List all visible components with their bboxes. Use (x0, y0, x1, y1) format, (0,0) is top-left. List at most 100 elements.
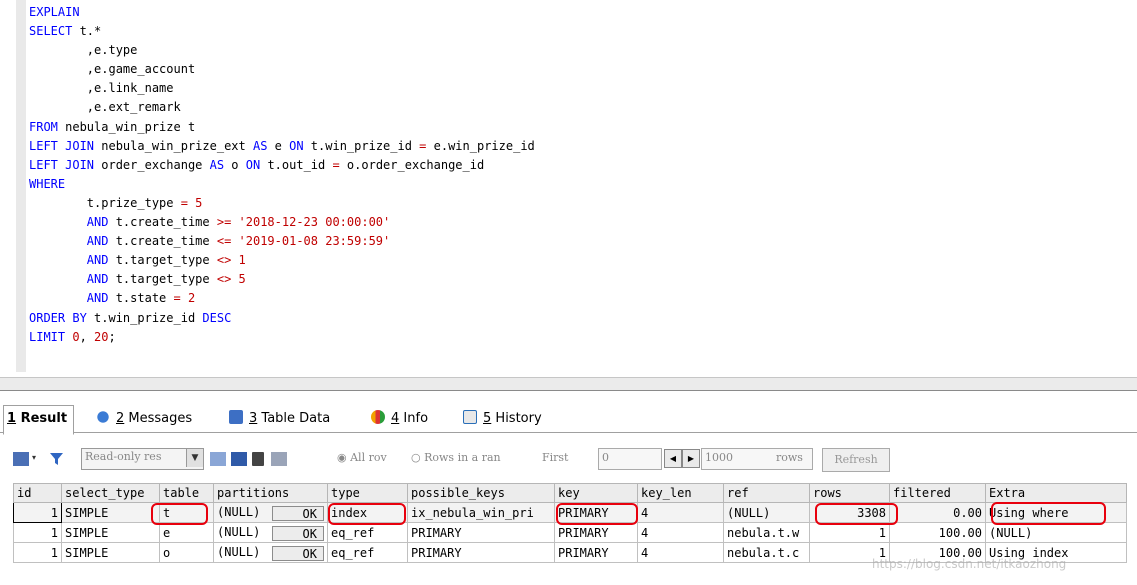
pane-splitter[interactable] (0, 377, 1137, 391)
cell-possible-keys[interactable]: ix_nebula_win_pri (407, 502, 555, 523)
first-label: First (542, 451, 569, 464)
watermark-text: https://blog.csdn.net/itkaozhong (872, 557, 1067, 571)
table-row[interactable]: 1 SIMPLE e OK (NULL) eq_ref PRIMARY PRIMARY 4 neb… (13, 522, 1127, 543)
sql-line: AND t.state = 2 (86, 291, 196, 306)
cell-type[interactable]: eq_ref (327, 542, 408, 563)
refresh-button[interactable]: Refresh (822, 448, 890, 472)
tab-result[interactable]: 1 Result (3, 405, 75, 435)
filter-icon[interactable] (50, 452, 64, 466)
tab-table-data[interactable]: 3 Table Data (229, 408, 330, 432)
cell-rows[interactable]: 1 (809, 522, 890, 543)
first-row-input[interactable]: 0 (598, 448, 662, 470)
cell-key-len[interactable]: 4 (637, 522, 724, 543)
column-header-filtered[interactable]: filtered (889, 483, 986, 503)
result-tabs: 1 Result 2 Messages 3 Table Data 4 Info … (0, 402, 1137, 435)
sql-line: FROM nebula_win_prize t (29, 119, 196, 134)
cell-partitions[interactable]: OK (NULL) (213, 522, 328, 543)
result-mode-select[interactable]: Read-only res ▼ (81, 448, 204, 470)
column-header-partitions[interactable]: partitions (213, 483, 328, 503)
cell-extra[interactable]: (NULL) (985, 522, 1127, 543)
tab-messages[interactable]: 2 Messages (96, 408, 192, 432)
cell-possible-keys[interactable]: PRIMARY (407, 542, 555, 563)
sql-line: ,e.link_name (29, 81, 174, 96)
column-header-rows[interactable]: rows (809, 483, 890, 503)
column-header-ref[interactable]: ref (723, 483, 810, 503)
delete-icon[interactable] (252, 452, 264, 466)
sql-line: ,e.ext_remark (29, 100, 181, 115)
cell-id[interactable]: 1 (13, 542, 62, 563)
cell-id[interactable]: 1 (13, 522, 62, 543)
column-header-table[interactable]: table (159, 483, 214, 503)
highlight-type-index (328, 503, 406, 525)
cell-select-type[interactable]: SIMPLE (61, 502, 160, 523)
history-icon (463, 410, 477, 424)
cell-key[interactable]: PRIMARY (554, 542, 638, 563)
messages-info-icon (96, 410, 110, 424)
partitions-ok-button[interactable]: OK (272, 525, 324, 541)
grid-header-row: id select_type table partitions type possible… (13, 483, 1127, 503)
sql-line: AND t.target_type <> 5 (86, 272, 246, 287)
column-header-type[interactable]: type (327, 483, 408, 503)
cell-possible-keys[interactable]: PRIMARY (407, 522, 555, 543)
tab-history[interactable]: 5 History (463, 408, 542, 432)
cell-filtered[interactable]: 0.00 (889, 502, 986, 523)
sql-line: LEFT JOIN nebula_win_prize_ext AS e ON t… (29, 138, 535, 153)
sql-line: ORDER BY t.win_prize_id DESC (29, 310, 232, 325)
editor-gutter (16, 0, 26, 372)
cell-select-type[interactable]: SIMPLE (61, 522, 160, 543)
tab-info[interactable]: 4 Info (371, 408, 428, 432)
cell-key-len[interactable]: 4 (637, 542, 724, 563)
next-icon[interactable]: ▶ (682, 449, 700, 468)
sql-line: LEFT JOIN order_exchange AS o ON t.out_i… (29, 157, 485, 172)
sql-line: EXPLAIN (29, 5, 80, 19)
sql-line: ,e.type (29, 43, 138, 58)
cell-ref[interactable]: nebula.t.w (723, 522, 810, 543)
cell-id[interactable]: 1 (13, 502, 62, 523)
column-header-key[interactable]: key (554, 483, 638, 503)
sql-line: AND t.create_time >= '2018-12-23 00:00:0… (86, 215, 391, 230)
sql-line: AND t.target_type <> 1 (86, 253, 246, 268)
column-header-extra[interactable]: Extra (985, 483, 1127, 503)
previous-icon[interactable]: ◀ (664, 449, 682, 468)
sql-query-text[interactable]: EXPLAIN SELECT t.* ,e.type ,e.game_accoun… (29, 3, 535, 347)
table-data-icon (229, 410, 243, 424)
cell-partitions[interactable]: OK (NULL) (213, 542, 328, 563)
sql-line: t.prize_type = 5 (29, 195, 203, 210)
column-header-select-type[interactable]: select_type (61, 483, 160, 503)
sql-line: ,e.game_account (29, 62, 196, 77)
row-count-input[interactable]: 1000 rows (701, 448, 813, 470)
column-header-possible-keys[interactable]: possible_keys (407, 483, 555, 503)
sql-line: LIMIT 0, 20; (29, 329, 116, 344)
cell-key-len[interactable]: 4 (637, 502, 724, 523)
save-icon[interactable] (231, 452, 247, 466)
cell-select-type[interactable]: SIMPLE (61, 542, 160, 563)
cell-partitions[interactable]: OK (NULL) (213, 502, 328, 523)
chevron-down-icon[interactable]: ▼ (186, 449, 203, 467)
cell-table[interactable]: e (159, 522, 214, 543)
refresh-grid-icon[interactable] (271, 452, 287, 466)
partitions-ok-button[interactable]: OK (272, 505, 324, 521)
cell-type[interactable]: eq_ref (327, 522, 408, 543)
cell-table[interactable]: o (159, 542, 214, 563)
highlight-rows-3308 (815, 503, 898, 525)
sql-editor[interactable]: EXPLAIN SELECT t.* ,e.type ,e.game_accoun… (0, 0, 1137, 378)
column-header-id[interactable]: id (13, 483, 62, 503)
radio-rows-range[interactable]: ○ Rows in a ran (411, 448, 501, 470)
partitions-ok-button[interactable]: OK (272, 545, 324, 561)
export-icon[interactable] (210, 452, 226, 466)
cell-filtered[interactable]: 100.00 (889, 522, 986, 543)
chevron-down-icon[interactable]: ▾ (32, 453, 38, 467)
result-toolbar: ▾ Read-only res ▼ ◉ All rov ○ Rows in a … (0, 440, 1137, 480)
column-header-key-len[interactable]: key_len (637, 483, 724, 503)
highlight-extra-using-where (991, 502, 1106, 525)
radio-all-rows[interactable]: ◉ All rov (337, 448, 387, 470)
highlight-table-t (151, 503, 208, 525)
highlight-key-primary (556, 503, 638, 525)
cell-key[interactable]: PRIMARY (554, 522, 638, 543)
grid-mode-icon[interactable] (13, 452, 29, 466)
info-icon (371, 410, 385, 424)
sql-line: AND t.create_time <= '2019-01-08 23:59:5… (86, 234, 391, 249)
cell-ref[interactable]: (NULL) (723, 502, 810, 523)
sql-line: WHERE (29, 176, 66, 191)
cell-ref[interactable]: nebula.t.c (723, 542, 810, 563)
